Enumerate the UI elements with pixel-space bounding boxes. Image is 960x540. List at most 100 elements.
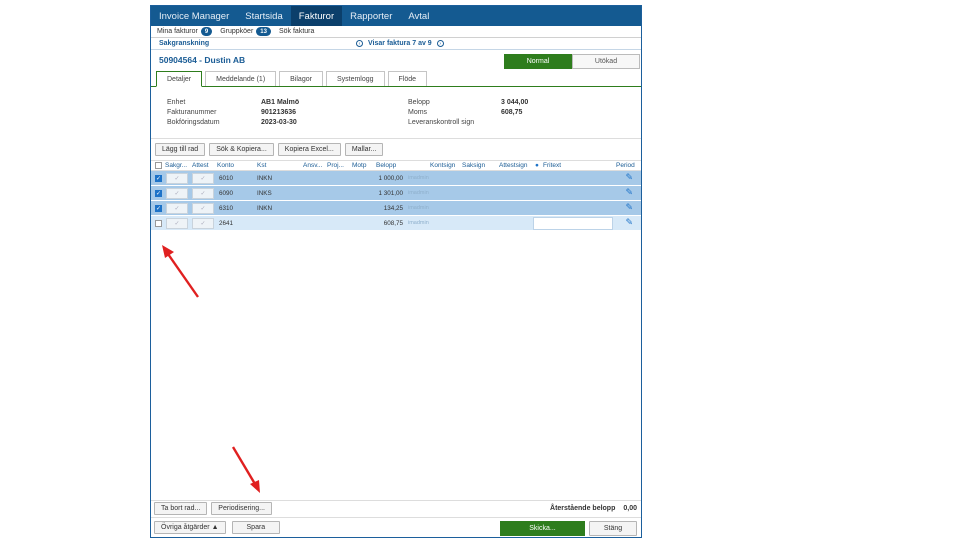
copy-excel-button[interactable]: Kopiera Excel... (277, 143, 341, 156)
belopp-cell[interactable]: 134,25 (384, 205, 403, 212)
group-queues-label: Gruppköer (220, 28, 254, 35)
booking-date-label: Bokföringsdatum (167, 119, 220, 126)
save-button[interactable]: Spara (231, 521, 281, 534)
view-extended-button[interactable]: Utökad (572, 54, 640, 69)
unit-value: AB1 Malmö (261, 99, 300, 106)
col-period[interactable]: Period (616, 162, 635, 169)
konto-cell[interactable]: 6010 (219, 175, 233, 182)
col-kontsign[interactable]: Kontsign (430, 162, 455, 169)
attest-sign-button[interactable]: ✓ (192, 173, 214, 184)
my-invoices-link[interactable]: Mina fakturor 9 (157, 27, 213, 36)
table-row[interactable]: ✓ ✓ ✓ 6310 INKN 134,25 imadmin ✎ (151, 201, 641, 216)
col-ansv[interactable]: Ansv... (303, 162, 322, 169)
chevron-right-circle-icon[interactable]: › (436, 40, 444, 47)
add-row-button[interactable]: Lägg till rad (155, 143, 206, 156)
col-fritext[interactable]: Fritext (543, 162, 561, 169)
col-konto[interactable]: Konto (217, 162, 234, 169)
invoice-manager-window: Invoice Manager Startsida Fakturor Rappo… (150, 5, 642, 538)
my-invoices-count-badge: 9 (200, 27, 213, 36)
tab-detaljer[interactable]: Detaljer (156, 71, 203, 87)
row-toolbar: Lägg till rad Sök & Kopiera... Kopiera E… (151, 139, 641, 161)
tab-systemlogg[interactable]: Systemlogg (325, 71, 385, 86)
col-attestsign[interactable]: Attestsign (499, 162, 528, 169)
amount-label: Belopp (408, 99, 430, 106)
kontsign-cell: imadmin (408, 205, 429, 211)
invoice-pager: ‹ Visar faktura 7 av 9 › (356, 40, 444, 47)
col-motp[interactable]: Motp (352, 162, 366, 169)
col-sakgr[interactable]: Sakgr... (165, 162, 187, 169)
table-row[interactable]: ✓ ✓ ✓ 6010 INKN 1 000,00 imadmin ✎ (151, 171, 641, 186)
group-queues-link[interactable]: Gruppköer 13 (220, 27, 271, 36)
belopp-cell[interactable]: 608,75 (384, 220, 403, 227)
search-invoice-link[interactable]: Sök faktura (279, 28, 314, 35)
belopp-cell[interactable]: 1 000,00 (378, 175, 403, 182)
konto-cell[interactable]: 6090 (219, 190, 233, 197)
nav-startsida[interactable]: Startsida (237, 6, 291, 26)
nav-avtal[interactable]: Avtal (400, 6, 437, 26)
col-proj[interactable]: Proj... (327, 162, 344, 169)
row-checkbox[interactable]: ✓ (155, 175, 162, 182)
col-attest[interactable]: Attest (192, 162, 209, 169)
konto-cell[interactable]: 6310 (219, 205, 233, 212)
periodize-button[interactable]: Periodisering... (211, 502, 272, 515)
grid-header: Sakgr... Attest Konto Kst Ansv... Proj..… (151, 161, 641, 171)
footer-bar: Övriga åtgärder ▲ Spara Skicka... Stäng (151, 517, 641, 537)
footer-actions: Ta bort rad... Periodisering... Återståe… (151, 500, 641, 516)
section-bar: Sakgranskning ‹ Visar faktura 7 av 9 › (151, 38, 641, 50)
col-belopp[interactable]: Belopp (376, 162, 396, 169)
amount-value: 3 044,00 (501, 99, 529, 106)
kontsign-cell: imadmin (408, 175, 429, 181)
section-label: Sakgranskning (159, 40, 210, 47)
fritext-input[interactable] (533, 217, 613, 230)
col-saksign[interactable]: Saksign (462, 162, 485, 169)
row-checkbox[interactable]: ✓ (155, 190, 162, 197)
tab-meddelande[interactable]: Meddelande (1) (205, 71, 277, 86)
remaining-amount: Återstående belopp 0,00 (550, 505, 637, 512)
remaining-amount-label: Återstående belopp (550, 505, 616, 512)
attest-sign-button[interactable]: ✓ (192, 188, 214, 199)
other-actions-button[interactable]: Övriga åtgärder ▲ (154, 521, 226, 534)
col-kst[interactable]: Kst (257, 162, 266, 169)
delete-row-button[interactable]: Ta bort rad... (154, 502, 208, 515)
konto-cell[interactable]: 2641 (219, 220, 233, 227)
pencil-icon[interactable]: ✎ (625, 187, 633, 198)
tab-bar: Detaljer Meddelande (1) Bilagor Systemlo… (151, 70, 641, 87)
belopp-cell[interactable]: 1 301,00 (378, 190, 403, 197)
sakgr-sign-button[interactable]: ✓ (166, 218, 188, 229)
invoice-title: 50904564 - Dustin AB (159, 55, 246, 65)
attest-sign-button[interactable]: ✓ (192, 218, 214, 229)
nav-rapporter[interactable]: Rapporter (342, 6, 400, 26)
chevron-left-circle-icon[interactable]: ‹ (356, 40, 363, 47)
sakgr-sign-button[interactable]: ✓ (166, 203, 188, 214)
pencil-icon[interactable]: ✎ (625, 202, 633, 213)
invoice-number-label: Fakturanummer (167, 109, 217, 116)
kst-cell[interactable]: INKN (257, 205, 272, 212)
search-copy-button[interactable]: Sök & Kopiera... (209, 143, 274, 156)
sakgr-sign-button[interactable]: ✓ (166, 188, 188, 199)
tab-bilagor[interactable]: Bilagor (279, 71, 323, 86)
close-button[interactable]: Stäng (589, 521, 637, 536)
coding-grid: Sakgr... Attest Konto Kst Ansv... Proj..… (151, 161, 641, 486)
group-queues-count-badge: 13 (256, 27, 271, 36)
row-checkbox[interactable]: ✓ (155, 205, 162, 212)
view-normal-button[interactable]: Normal (504, 54, 572, 69)
templates-button[interactable]: Mallar... (344, 143, 384, 156)
send-button[interactable]: Skicka... (500, 521, 585, 536)
booking-date-value: 2023-03-30 (261, 119, 297, 126)
table-row[interactable]: ✓ ✓ 2641 608,75 imadmin ✎ (151, 216, 641, 231)
attest-sign-button[interactable]: ✓ (192, 203, 214, 214)
select-all-checkbox[interactable] (155, 162, 162, 169)
nav-invoice-manager[interactable]: Invoice Manager (151, 6, 237, 26)
row-checkbox[interactable] (155, 220, 162, 227)
sakgr-sign-button[interactable]: ✓ (166, 173, 188, 184)
invoice-pager-text: Visar faktura 7 av 9 (368, 40, 432, 47)
tab-flode[interactable]: Flöde (387, 71, 428, 86)
pencil-icon[interactable]: ✎ (625, 217, 633, 228)
table-row[interactable]: ✓ ✓ ✓ 6090 INKS 1 301,00 imadmin ✎ (151, 186, 641, 201)
pencil-icon[interactable]: ✎ (625, 172, 633, 183)
kst-cell[interactable]: INKS (257, 190, 272, 197)
unit-label: Enhet (167, 99, 186, 106)
view-toggle: Normal Utökad (504, 54, 640, 69)
kst-cell[interactable]: INKN (257, 175, 272, 182)
nav-fakturor[interactable]: Fakturor (290, 6, 343, 26)
